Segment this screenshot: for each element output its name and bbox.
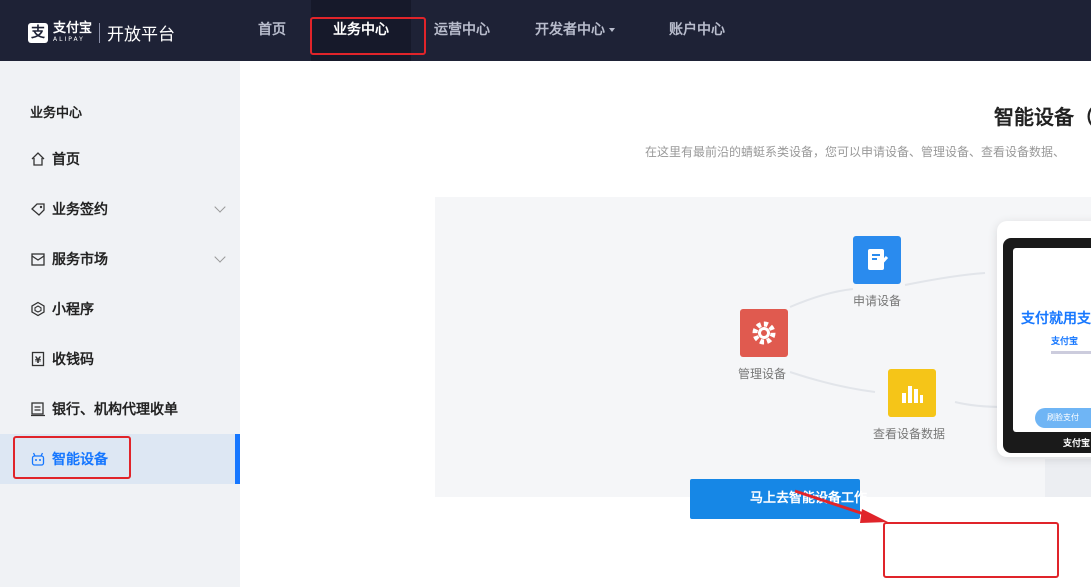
sidebar-item-label: 业务签约 [52,202,108,218]
apply-device-icon [853,236,901,284]
annotation-box-cta [883,522,1059,578]
main-content: 智能设备（ 在这里有最前沿的蜻蜓系类设备，您可以申请设备、管理设备、查看设备数据… [240,61,1091,587]
page-description: 在这里有最前沿的蜻蜓系类设备，您可以申请设备、管理设备、查看设备数据、 [645,145,1066,159]
nav-operation-center[interactable]: 运营中心 [434,0,490,61]
sidebar-item-label: 首页 [52,152,80,168]
sidebar-item-miniapp[interactable]: 小程序 [0,284,240,334]
gear-icon [740,309,788,357]
nav-account-center[interactable]: 账户中心 [669,0,725,61]
sidebar-item-contract[interactable]: 业务签约 [0,184,240,234]
device-footer-logo: 支付宝 [1063,439,1091,449]
svg-text:¥: ¥ [35,356,42,366]
nav-developer-center[interactable]: 开发者中心 [535,0,615,61]
sidebar-item-home[interactable]: 首页 [0,134,240,184]
alipay-logo[interactable]: 支付宝 ALIPAY 开放平台 [28,20,175,45]
bank-icon [30,401,46,417]
brand-name-cn: 支付宝 [53,21,93,36]
feature-illustration: 申请设备 管理设备 查看设备数据 支付就用支 支付宝 刷脸支付 支付宝 [435,197,1091,497]
market-icon [30,251,46,267]
device-stand [1045,459,1091,497]
view-data-label: 查看设备数据 [873,427,946,441]
sidebar-item-market[interactable]: 服务市场 [0,234,240,284]
chevron-down-icon[interactable] [214,201,226,213]
logo-divider [99,22,101,43]
sidebar-item-bank-acquiring[interactable]: 银行、机构代理收单 [0,384,240,434]
annotation-box-sidebar [13,436,131,479]
manage-device-label: 管理设备 [738,367,787,381]
device-headline: 支付就用支 [1021,311,1091,327]
nav-developer-center-label: 开发者中心 [535,22,605,38]
yuan-code-icon: ¥ [30,351,46,367]
home-icon [30,151,46,167]
brand-name-en: ALIPAY [53,36,85,43]
sidebar-item-label: 服务市场 [52,252,108,268]
sidebar-title: 业务中心 [30,106,83,121]
sidebar-item-payment-code[interactable]: ¥ 收钱码 [0,334,240,384]
contract-icon [30,201,46,217]
sidebar-item-label: 小程序 [52,302,94,318]
sidebar-item-label: 收钱码 [52,352,94,368]
annotation-box-nav [310,17,426,55]
miniapp-icon [30,301,46,317]
page-title: 智能设备（ [994,105,1091,129]
smart-device-image: 支付就用支 支付宝 刷脸支付 支付宝 [997,221,1091,457]
apply-device-label: 申请设备 [853,294,902,308]
chevron-down-icon[interactable] [214,251,226,263]
alipay-logo-icon [28,22,48,43]
device-face-pay-button: 刷脸支付 [1035,408,1091,428]
device-logo: 支付宝 [1051,337,1079,347]
bar-chart-icon [888,369,936,417]
top-navigation-bar: 支付宝 ALIPAY 开放平台 首页 业务中心 运营中心 开发者中心 账户中心 [0,0,1091,61]
annotation-arrow-icon [794,489,888,523]
sidebar-item-label: 银行、机构代理收单 [52,402,178,418]
sidebar: 业务中心 首页 业务签约 服务市场 小程序 ¥ 收钱码 银行、机构代理收单 智能… [0,61,240,587]
platform-name: 开放平台 [107,25,176,45]
nav-home[interactable]: 首页 [258,0,286,61]
caret-down-icon [609,28,615,32]
